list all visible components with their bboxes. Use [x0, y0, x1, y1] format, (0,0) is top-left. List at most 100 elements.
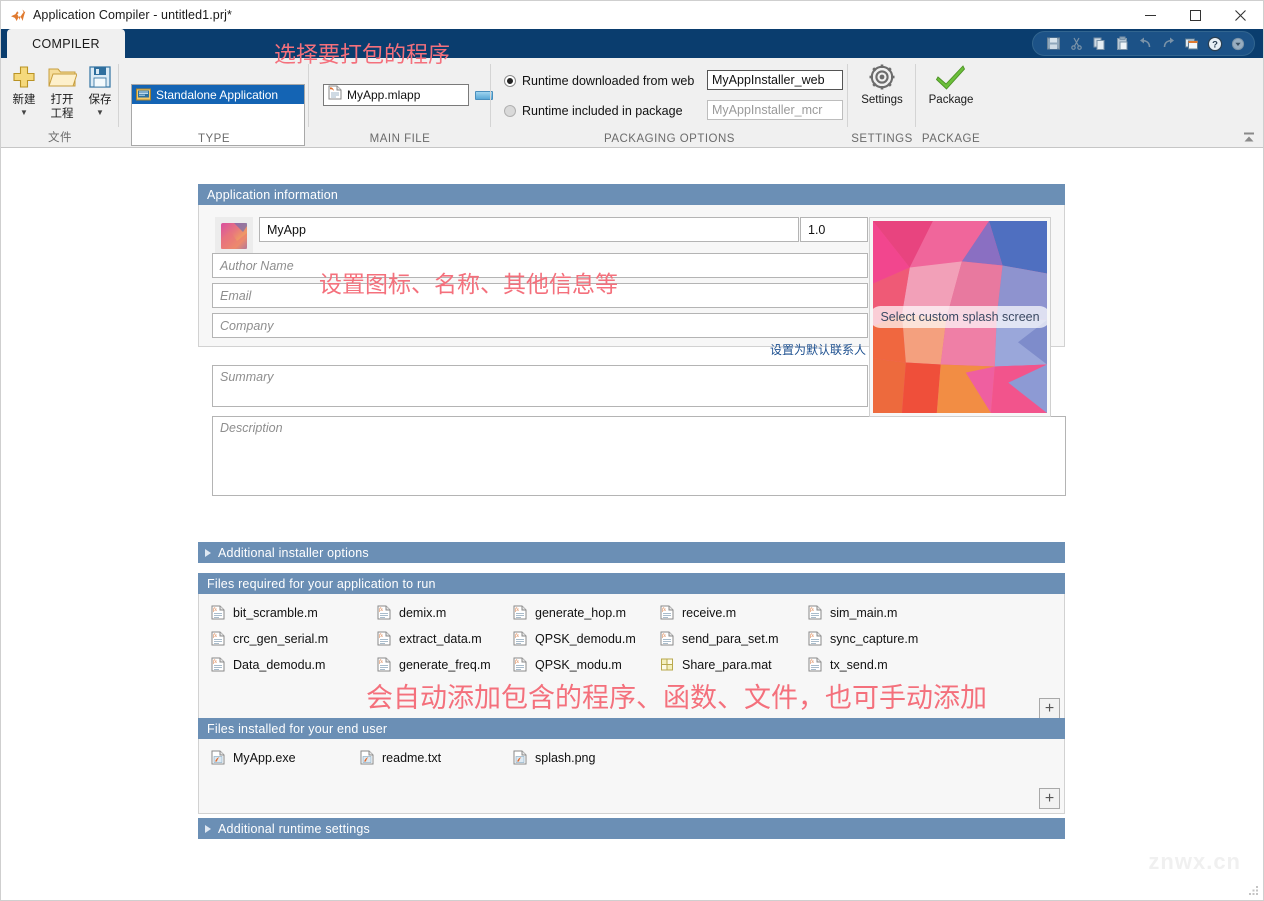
ribbon-collapse-button[interactable]	[1241, 129, 1257, 145]
list-item[interactable]: fx extract_data.m	[377, 626, 491, 652]
author-name-field[interactable]: Author Name	[212, 253, 868, 278]
svg-text:fx: fx	[515, 658, 520, 665]
list-item[interactable]: Share_para.mat	[660, 652, 779, 678]
list-item[interactable]: fx QPSK_modu.m	[513, 652, 636, 678]
app-name-field[interactable]: MyApp	[259, 217, 799, 242]
chevron-right-icon	[205, 548, 211, 557]
file-name: crc_gen_serial.m	[233, 632, 329, 646]
summary-field[interactable]: Summary	[212, 365, 868, 407]
list-item[interactable]: fx send_para_set.m	[660, 626, 779, 652]
ribbon-group-file: 新建 ▼ 打开 工程 保存 ▼ 文件	[1, 58, 119, 147]
list-item[interactable]: fx Data_demodu.m	[211, 652, 328, 678]
open-project-button[interactable]: 打开 工程	[43, 61, 81, 121]
main-file-field[interactable]: MyApp.mlapp	[323, 84, 469, 106]
add-required-file-button[interactable]: +	[1039, 698, 1060, 719]
m-file-icon: fx	[660, 605, 675, 621]
maximize-button[interactable]	[1173, 1, 1218, 29]
list-item[interactable]: fx crc_gen_serial.m	[211, 626, 328, 652]
app-version-field[interactable]: 1.0	[800, 217, 868, 242]
splash-screen-preview[interactable]: Select custom splash screen	[869, 217, 1051, 417]
standalone-app-icon	[136, 88, 151, 102]
copy-icon[interactable]	[1089, 34, 1110, 54]
ribbon-group-file-label: 文件	[48, 132, 72, 144]
radio-runtime-downloaded-from-web[interactable]: Runtime downloaded from web	[504, 72, 694, 90]
open-project-label-line2: 工程	[50, 108, 74, 120]
list-item[interactable]: readme.txt	[360, 745, 441, 771]
layout-icon[interactable]	[1181, 34, 1202, 54]
file-name: MyApp.exe	[233, 751, 296, 765]
m-file-icon: fx	[211, 605, 226, 621]
set-default-contact-link[interactable]: 设置为默认联系人	[770, 341, 866, 358]
package-button[interactable]: Package	[928, 61, 974, 107]
close-button[interactable]	[1218, 1, 1263, 29]
file-name: readme.txt	[382, 751, 442, 765]
file-name: Data_demodu.m	[233, 658, 326, 672]
additional-installer-options-panel: Additional installer options	[198, 542, 1065, 563]
list-item[interactable]: MyApp.exe	[211, 745, 296, 771]
company-field[interactable]: Company	[212, 313, 868, 338]
matlab-logo-icon	[10, 7, 26, 23]
list-item[interactable]: fx tx_send.m	[808, 652, 918, 678]
description-field[interactable]: Description	[212, 416, 1066, 496]
type-item-standalone-application[interactable]: Standalone Application	[132, 85, 304, 104]
add-installed-file-button[interactable]: +	[1039, 788, 1060, 809]
list-item[interactable]: fx generate_freq.m	[377, 652, 491, 678]
files-column: fx bit_scramble.m fx crc_gen_serial.m fx…	[211, 600, 328, 678]
resize-grip[interactable]	[1248, 885, 1260, 897]
file-name: extract_data.m	[399, 632, 482, 646]
files-required-header: Files required for your application to r…	[198, 573, 1065, 594]
application-information-panel: Application information MyApp 1.0 Author…	[198, 184, 1066, 496]
svg-text:fx: fx	[515, 606, 520, 613]
additional-runtime-settings-header[interactable]: Additional runtime settings	[198, 818, 1065, 839]
list-item[interactable]: fx receive.m	[660, 600, 779, 626]
files-column: fx sim_main.m fx sync_capture.m fx tx_se…	[808, 600, 918, 678]
app-icon-slot[interactable]	[215, 217, 253, 255]
files-required-body: fx bit_scramble.m fx crc_gen_serial.m fx…	[198, 594, 1065, 724]
file-name: tx_send.m	[830, 658, 888, 672]
ribbon-group-main-file-label: MAIN FILE	[369, 133, 431, 145]
new-dropdown-arrow[interactable]: ▼	[20, 108, 28, 117]
tab-compiler[interactable]: COMPILER	[7, 29, 125, 58]
help-icon[interactable]: ?	[1204, 34, 1225, 54]
installer-web-name-field[interactable]: MyAppInstaller_web	[707, 70, 843, 90]
radio-runtime-included-in-package[interactable]: Runtime included in package	[504, 102, 683, 120]
list-item[interactable]: fx bit_scramble.m	[211, 600, 328, 626]
svg-text:fx: fx	[213, 658, 218, 665]
paste-icon[interactable]	[1112, 34, 1133, 54]
settings-button[interactable]: Settings	[861, 61, 903, 107]
svg-text:?: ?	[1212, 39, 1218, 50]
files-installed-panel: Files installed for your end user MyApp.…	[198, 718, 1065, 814]
exe-file-icon	[211, 750, 226, 766]
list-item[interactable]: fx demix.m	[377, 600, 491, 626]
quick-access-toolbar: ?	[1032, 31, 1255, 56]
minimize-button[interactable]	[1128, 1, 1173, 29]
redo-icon[interactable]	[1158, 34, 1179, 54]
save-dropdown-arrow[interactable]: ▼	[96, 108, 104, 117]
m-file-icon: fx	[377, 605, 392, 621]
additional-installer-options-label: Additional installer options	[218, 545, 369, 560]
list-item[interactable]: fx sync_capture.m	[808, 626, 918, 652]
undo-icon[interactable]	[1135, 34, 1156, 54]
select-custom-splash-screen-button[interactable]: Select custom splash screen	[873, 306, 1047, 328]
file-name: splash.png	[535, 751, 596, 765]
email-field[interactable]: Email	[212, 283, 868, 308]
list-item[interactable]: fx sim_main.m	[808, 600, 918, 626]
gear-icon	[867, 61, 897, 93]
list-item[interactable]: fx QPSK_demodu.m	[513, 626, 636, 652]
save-project-button[interactable]: 保存 ▼	[81, 61, 119, 117]
additional-runtime-settings-label: Additional runtime settings	[218, 821, 371, 836]
save-icon[interactable]	[1043, 34, 1064, 54]
file-name: generate_freq.m	[399, 658, 491, 672]
additional-installer-options-header[interactable]: Additional installer options	[198, 542, 1065, 563]
package-button-label: Package	[928, 94, 974, 106]
window-title: Application Compiler - untitled1.prj*	[33, 8, 232, 22]
mat-file-icon	[660, 657, 675, 673]
list-item[interactable]: splash.png	[513, 745, 595, 771]
cut-icon[interactable]	[1066, 34, 1087, 54]
ribbon-group-main-file: MyApp.mlapp MAIN FILE	[309, 58, 493, 147]
svg-text:fx: fx	[810, 606, 815, 613]
chevron-down-icon[interactable]	[1227, 34, 1248, 54]
m-file-icon: fx	[211, 657, 226, 673]
list-item[interactable]: fx generate_hop.m	[513, 600, 636, 626]
new-button[interactable]: 新建 ▼	[5, 61, 43, 117]
